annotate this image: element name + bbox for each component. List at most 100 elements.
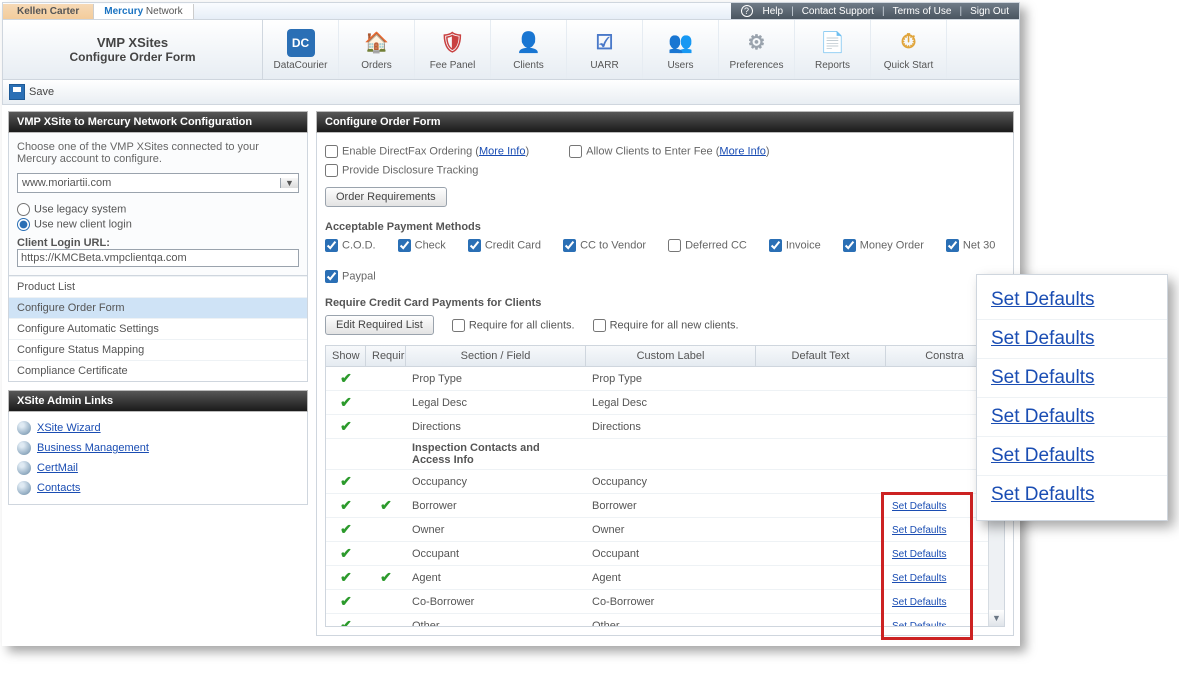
grid-row: ✔OwnerOwnerSet Defaults [326, 518, 1004, 542]
col-required: Requir [366, 346, 406, 366]
grid-row: ✔OtherOtherSet Defaults [326, 614, 1004, 627]
set-defaults-link[interactable]: Set Defaults [892, 501, 946, 512]
set-defaults-callout: Set DefaultsSet DefaultsSet DefaultsSet … [976, 274, 1168, 521]
payment-option[interactable]: Paypal [325, 270, 376, 283]
fee-panel-icon: 🛡 [439, 29, 467, 57]
set-defaults-link[interactable]: Set Defaults [892, 597, 946, 608]
grid-section-header: Inspection Contacts and Access Info [326, 439, 1004, 470]
payment-option[interactable]: Net 30 [946, 239, 995, 252]
page-title: VMP XSites Configure Order Form [3, 20, 263, 79]
opt-disclosure[interactable]: Provide Disclosure Tracking [325, 164, 478, 177]
help-link[interactable]: Help [763, 6, 784, 17]
require-cc-heading: Require Credit Card Payments for Clients [325, 297, 1005, 309]
set-defaults-link[interactable]: Set Defaults [892, 549, 946, 560]
toolbar-clients[interactable]: 👤Clients [491, 20, 567, 79]
scroll-down-icon[interactable]: ▼ [989, 610, 1004, 626]
toolbar-fee-panel[interactable]: 🛡Fee Panel [415, 20, 491, 79]
save-button[interactable]: Save [29, 86, 54, 98]
toolbar-orders[interactable]: 🏠Orders [339, 20, 415, 79]
chevron-down-icon: ▼ [280, 178, 298, 188]
payment-option[interactable]: Credit Card [468, 239, 541, 252]
order-requirements-button[interactable]: Order Requirements [325, 187, 447, 207]
payment-option[interactable]: Invoice [769, 239, 821, 252]
payment-option[interactable]: Money Order [843, 239, 924, 252]
clients-icon: 👤 [515, 29, 543, 57]
grid-row: ✔OccupancyOccupancy [326, 470, 1004, 494]
signout-link[interactable]: Sign Out [970, 6, 1009, 17]
zoom-set-defaults-link[interactable]: Set Defaults [977, 281, 1167, 320]
payment-option[interactable]: Check [398, 239, 446, 252]
grid-row: ✔Co-BorrowerCo-BorrowerSet Defaults [326, 590, 1004, 614]
directfax-more-info[interactable]: More Info [479, 145, 525, 157]
col-show: Show [326, 346, 366, 366]
radio-new-client[interactable]: Use new client login [17, 218, 299, 231]
nav-item[interactable]: Configure Status Mapping [9, 339, 307, 360]
left-panel-title: VMP XSite to Mercury Network Configurati… [8, 111, 308, 133]
terms-link[interactable]: Terms of Use [893, 6, 952, 17]
reports-icon: 📄 [819, 29, 847, 57]
payment-option[interactable]: C.O.D. [325, 239, 376, 252]
radio-legacy[interactable]: Use legacy system [17, 203, 299, 216]
quick-start-icon: ⏱ [895, 29, 923, 57]
toolbar-preferences[interactable]: ⚙Preferences [719, 20, 795, 79]
opt-directfax[interactable]: Enable DirectFax Ordering (More Info) [325, 145, 529, 158]
nav-item[interactable]: Configure Automatic Settings [9, 318, 307, 339]
zoom-set-defaults-link[interactable]: Set Defaults [977, 320, 1167, 359]
toolbar-users[interactable]: 👥Users [643, 20, 719, 79]
grid-row: ✔Legal DescLegal Desc [326, 391, 1004, 415]
set-defaults-link[interactable]: Set Defaults [892, 573, 946, 584]
zoom-set-defaults-link[interactable]: Set Defaults [977, 398, 1167, 437]
grid-row: ✔OccupantOccupantSet Defaults [326, 542, 1004, 566]
edit-required-list-button[interactable]: Edit Required List [325, 315, 434, 335]
client-login-url-input[interactable] [17, 249, 299, 267]
grid-row: ✔Prop TypeProp Type [326, 367, 1004, 391]
payment-methods-heading: Acceptable Payment Methods [325, 221, 1005, 233]
client-login-label: Client Login URL: [17, 237, 299, 249]
save-icon [9, 84, 25, 100]
intro-text: Choose one of the VMP XSites connected t… [17, 141, 299, 165]
users-icon: 👥 [667, 29, 695, 57]
globe-icon [17, 461, 31, 475]
require-new-clients[interactable]: Require for all new clients. [593, 319, 739, 332]
uarr-icon: ☑ [591, 29, 619, 57]
allowfee-more-info[interactable]: More Info [719, 145, 765, 157]
orders-icon: 🏠 [363, 29, 391, 57]
admin-links-title: XSite Admin Links [8, 390, 308, 412]
admin-link[interactable]: Contacts [17, 478, 299, 498]
right-panel-title: Configure Order Form [316, 111, 1014, 133]
admin-link[interactable]: CertMail [17, 458, 299, 478]
help-icon: ? [741, 5, 753, 17]
globe-icon [17, 441, 31, 455]
xsite-dropdown[interactable]: www.moriartii.com▼ [17, 173, 299, 193]
grid-row: ✔✔AgentAgentSet Defaults [326, 566, 1004, 590]
grid-row: ✔✔BorrowerBorrowerSet Defaults [326, 494, 1004, 518]
zoom-set-defaults-link[interactable]: Set Defaults [977, 476, 1167, 514]
brand: Mercury Network [94, 4, 193, 19]
require-all-clients[interactable]: Require for all clients. [452, 319, 575, 332]
toolbar-quick-start[interactable]: ⏱Quick Start [871, 20, 947, 79]
col-custom-label: Custom Label [586, 346, 756, 366]
datacourier-icon: DC [287, 29, 315, 57]
zoom-set-defaults-link[interactable]: Set Defaults [977, 437, 1167, 476]
toolbar-datacourier[interactable]: DCDataCourier [263, 20, 339, 79]
opt-allow-fee[interactable]: Allow Clients to Enter Fee (More Info) [569, 145, 769, 158]
col-section: Section / Field [406, 346, 586, 366]
set-defaults-link[interactable]: Set Defaults [892, 621, 946, 628]
admin-link[interactable]: Business Management [17, 438, 299, 458]
zoom-set-defaults-link[interactable]: Set Defaults [977, 359, 1167, 398]
globe-icon [17, 421, 31, 435]
preferences-icon: ⚙ [743, 29, 771, 57]
nav-item[interactable]: Product List [9, 276, 307, 297]
col-default-text: Default Text [756, 346, 886, 366]
globe-icon [17, 481, 31, 495]
payment-option[interactable]: Deferred CC [668, 239, 747, 252]
payment-option[interactable]: CC to Vendor [563, 239, 646, 252]
set-defaults-link[interactable]: Set Defaults [892, 525, 946, 536]
current-user: Kellen Carter [3, 4, 94, 19]
nav-item[interactable]: Configure Order Form [9, 297, 307, 318]
nav-item[interactable]: Compliance Certificate [9, 360, 307, 381]
contact-support-link[interactable]: Contact Support [802, 6, 874, 17]
admin-link[interactable]: XSite Wizard [17, 418, 299, 438]
toolbar-uarr[interactable]: ☑UARR [567, 20, 643, 79]
toolbar-reports[interactable]: 📄Reports [795, 20, 871, 79]
